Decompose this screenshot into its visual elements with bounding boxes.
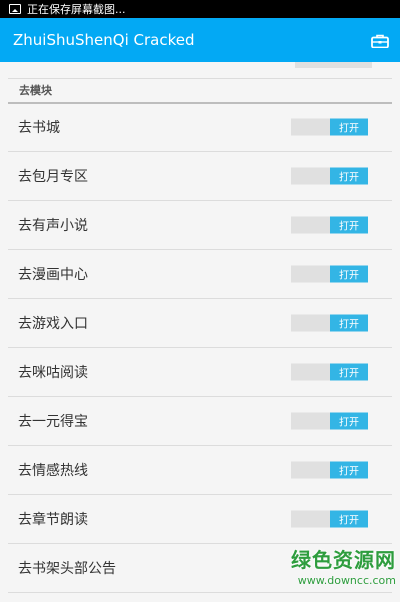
- item-label: 去有声小说: [18, 218, 88, 234]
- list-item[interactable]: 去包月专区 打开: [8, 152, 392, 201]
- list-item[interactable]: 去书架头部公告: [8, 544, 392, 593]
- item-label: 去包月专区: [18, 169, 88, 185]
- toggle-switch[interactable]: [295, 62, 372, 68]
- app-bar: ZhuiShuShenQi Cracked: [0, 18, 400, 62]
- item-label: 去游戏入口: [18, 316, 88, 332]
- toggle-state: 打开: [330, 167, 368, 185]
- status-bar: 正在保存屏幕截图...: [0, 0, 400, 18]
- status-text: 正在保存屏幕截图...: [27, 3, 126, 16]
- toggle-state: 打开: [330, 216, 368, 234]
- list-item[interactable]: 去游戏入口 打开: [8, 299, 392, 348]
- toggle-switch[interactable]: 打开: [291, 461, 368, 479]
- toggle-switch[interactable]: 打开: [291, 265, 368, 283]
- toggle-state: 打开: [330, 118, 368, 136]
- app-title: ZhuiShuShenQi Cracked: [13, 31, 195, 49]
- toggle-state: 打开: [330, 363, 368, 381]
- toggle-state: 打开: [330, 265, 368, 283]
- image-icon: [9, 4, 21, 14]
- item-label: 去章节朗读: [18, 512, 88, 528]
- list-item[interactable]: 去有声小说 打开: [8, 201, 392, 250]
- item-label: 去书城: [18, 120, 60, 136]
- list-item[interactable]: 去情感热线 打开: [8, 446, 392, 495]
- briefcase-icon[interactable]: [371, 33, 389, 49]
- item-label: 去咪咕阅读: [18, 365, 88, 381]
- list-item[interactable]: 去一元得宝 打开: [8, 397, 392, 446]
- list-item[interactable]: 去章节朗读 打开: [8, 495, 392, 544]
- toggle-state: 打开: [330, 314, 368, 332]
- settings-list: 去模块 去书城 打开 去包月专区 打开 去有声小说 打开 去漫画中心 打开 去游…: [0, 62, 400, 602]
- toggle-switch[interactable]: 打开: [291, 412, 368, 430]
- list-item: [8, 62, 392, 79]
- item-label: 去书架头部公告: [18, 561, 116, 577]
- toggle-state: 打开: [330, 412, 368, 430]
- list-item[interactable]: 去书城 打开: [8, 103, 392, 152]
- toggle-switch[interactable]: 打开: [291, 363, 368, 381]
- toggle-switch[interactable]: 打开: [291, 167, 368, 185]
- toggle-switch[interactable]: 打开: [291, 314, 368, 332]
- section-title: 去模块: [19, 84, 52, 97]
- toggle-switch[interactable]: 打开: [291, 510, 368, 528]
- item-label: 去情感热线: [18, 463, 88, 479]
- toggle-state: 打开: [330, 510, 368, 528]
- item-label: 去一元得宝: [18, 414, 88, 430]
- toggle-switch[interactable]: 打开: [291, 216, 368, 234]
- toggle-switch[interactable]: 打开: [291, 118, 368, 136]
- section-header: 去模块: [8, 78, 392, 104]
- list-item[interactable]: 去漫画中心 打开: [8, 250, 392, 299]
- list-item[interactable]: 去咪咕阅读 打开: [8, 348, 392, 397]
- item-label: 去漫画中心: [18, 267, 88, 283]
- toggle-state: 打开: [330, 461, 368, 479]
